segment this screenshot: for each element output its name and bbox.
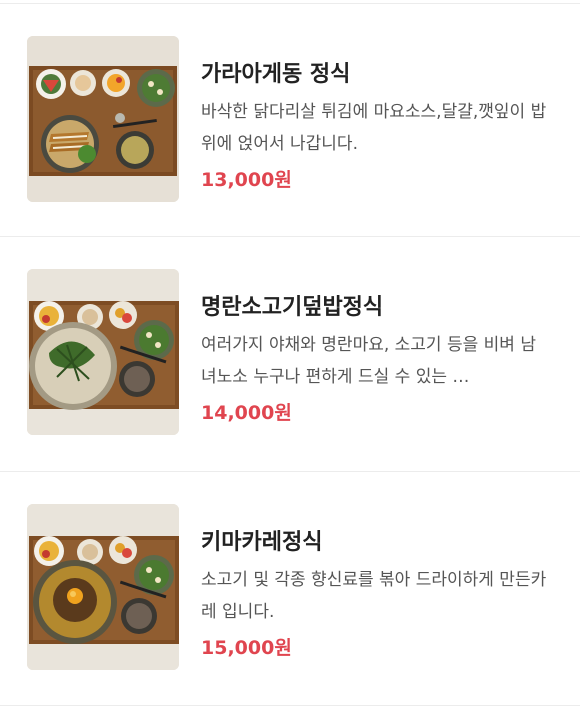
- menu-item-myeongran-beef[interactable]: 명란소고기덮밥정식 여러가지 야채와 명란마요, 소고기 등을 비벼 남녀노소 …: [0, 237, 580, 471]
- menu-item-price: 14,000원: [201, 402, 292, 424]
- menu-item-image: [27, 504, 179, 670]
- menu-item-price: 13,000원: [201, 169, 292, 191]
- menu-item-name: 가라아게동 정식: [201, 62, 351, 87]
- menu-list: 가라아게동 정식 바삭한 닭다리살 튀김에 마요소스,달걀,깻잎이 밥 위에 얹…: [0, 0, 580, 706]
- menu-item-name: 키마카레정식: [201, 530, 323, 555]
- menu-item-karaage-don[interactable]: 가라아게동 정식 바삭한 닭다리살 튀김에 마요소스,달걀,깻잎이 밥 위에 얹…: [0, 4, 580, 238]
- menu-item-image: [27, 36, 179, 202]
- menu-item-description: 여러가지 야채와 명란마요, 소고기 등을 비벼 남녀노소 누구나 편하게 드실…: [201, 335, 536, 387]
- menu-item-name: 명란소고기덮밥정식: [201, 295, 384, 320]
- menu-item-image: [27, 269, 179, 435]
- menu-item-keema-curry[interactable]: 키마카레정식 소고기 및 각종 향신료를 볶아 드라이하게 만든카레 입니다. …: [0, 472, 580, 706]
- menu-item-price: 15,000원: [201, 637, 292, 659]
- menu-item-description: 바삭한 닭다리살 튀김에 마요소스,달걀,깻잎이 밥 위에 얹어서 나갑니다.: [201, 102, 547, 154]
- menu-item-description: 소고기 및 각종 향신료를 볶아 드라이하게 만든카레 입니다.: [201, 570, 547, 622]
